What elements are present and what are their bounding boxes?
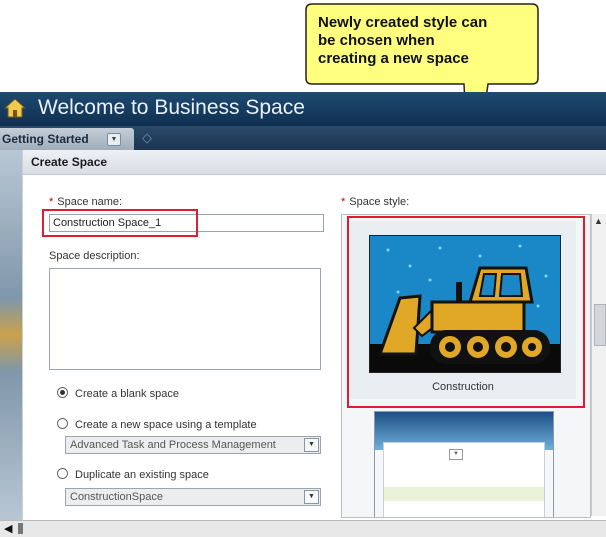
chevron-down-icon[interactable]: ▼: [304, 438, 319, 452]
required-marker: *: [341, 196, 346, 208]
home-icon[interactable]: [4, 97, 26, 119]
style-thumbnail-body: ▼: [383, 442, 545, 517]
tab-getting-started[interactable]: Getting Started ▼: [0, 128, 134, 150]
radio-label: Create a new space using a template: [75, 419, 257, 431]
tab-strip: Getting Started ▼ ◇: [0, 126, 606, 150]
radio-label: Duplicate an existing space: [75, 469, 209, 481]
horizontal-scrollbar[interactable]: ◀: [0, 520, 606, 537]
space-style-label-text: Space style:: [349, 196, 410, 208]
construction-style-highlight: [347, 216, 585, 408]
space-style-label: * Space style:: [341, 196, 409, 208]
template-select-value: Advanced Task and Process Management: [70, 439, 276, 451]
create-space-dialog: Create Space * Space name: Construction S…: [22, 150, 606, 520]
template-select[interactable]: Advanced Task and Process Management ▼: [65, 436, 321, 454]
space-description-label: Space description:: [49, 250, 140, 262]
callout-line: creating a new space: [318, 50, 469, 67]
space-name-label-text: Space name:: [57, 196, 123, 208]
callout-text: Newly created style can be chosen when c…: [318, 14, 528, 68]
dialog-header: Create Space: [23, 150, 606, 175]
dialog-title: Create Space: [31, 155, 108, 169]
add-tab-icon[interactable]: ◇: [142, 130, 152, 146]
radio-duplicate-space[interactable]: [57, 468, 68, 479]
style-card-default[interactable]: ▼: [374, 411, 554, 517]
radio-blank-space[interactable]: [57, 387, 68, 398]
space-description-textarea[interactable]: [49, 268, 321, 370]
app-title-bar: Welcome to Business Space: [0, 92, 606, 126]
callout-line: be chosen when: [318, 32, 435, 49]
existing-space-select-value: ConstructionSpace: [70, 491, 163, 503]
tab-label: Getting Started: [2, 132, 89, 146]
app-title: Welcome to Business Space: [38, 96, 305, 119]
radio-template-space[interactable]: [57, 418, 68, 429]
scroll-left-icon[interactable]: ◀: [4, 522, 12, 535]
radio-label: Create a blank space: [75, 388, 179, 400]
style-thumbnail-bar: [384, 487, 544, 501]
scrollbar-thumb[interactable]: [18, 523, 23, 534]
space-name-highlight: [42, 209, 198, 237]
space-name-label: * Space name:: [49, 196, 122, 208]
chevron-down-icon: ▼: [449, 449, 463, 460]
existing-space-select[interactable]: ConstructionSpace ▼: [65, 488, 321, 506]
required-marker: *: [49, 196, 54, 208]
chevron-down-icon[interactable]: ▼: [304, 490, 319, 504]
style-list-scrollbar[interactable]: ▲: [591, 214, 606, 516]
callout-line: Newly created style can: [318, 14, 488, 31]
left-edge-panel: [0, 150, 22, 520]
scrollbar-thumb[interactable]: [594, 304, 606, 346]
scroll-up-icon[interactable]: ▲: [594, 216, 603, 226]
tab-menu-chevron-icon[interactable]: ▼: [107, 133, 121, 146]
